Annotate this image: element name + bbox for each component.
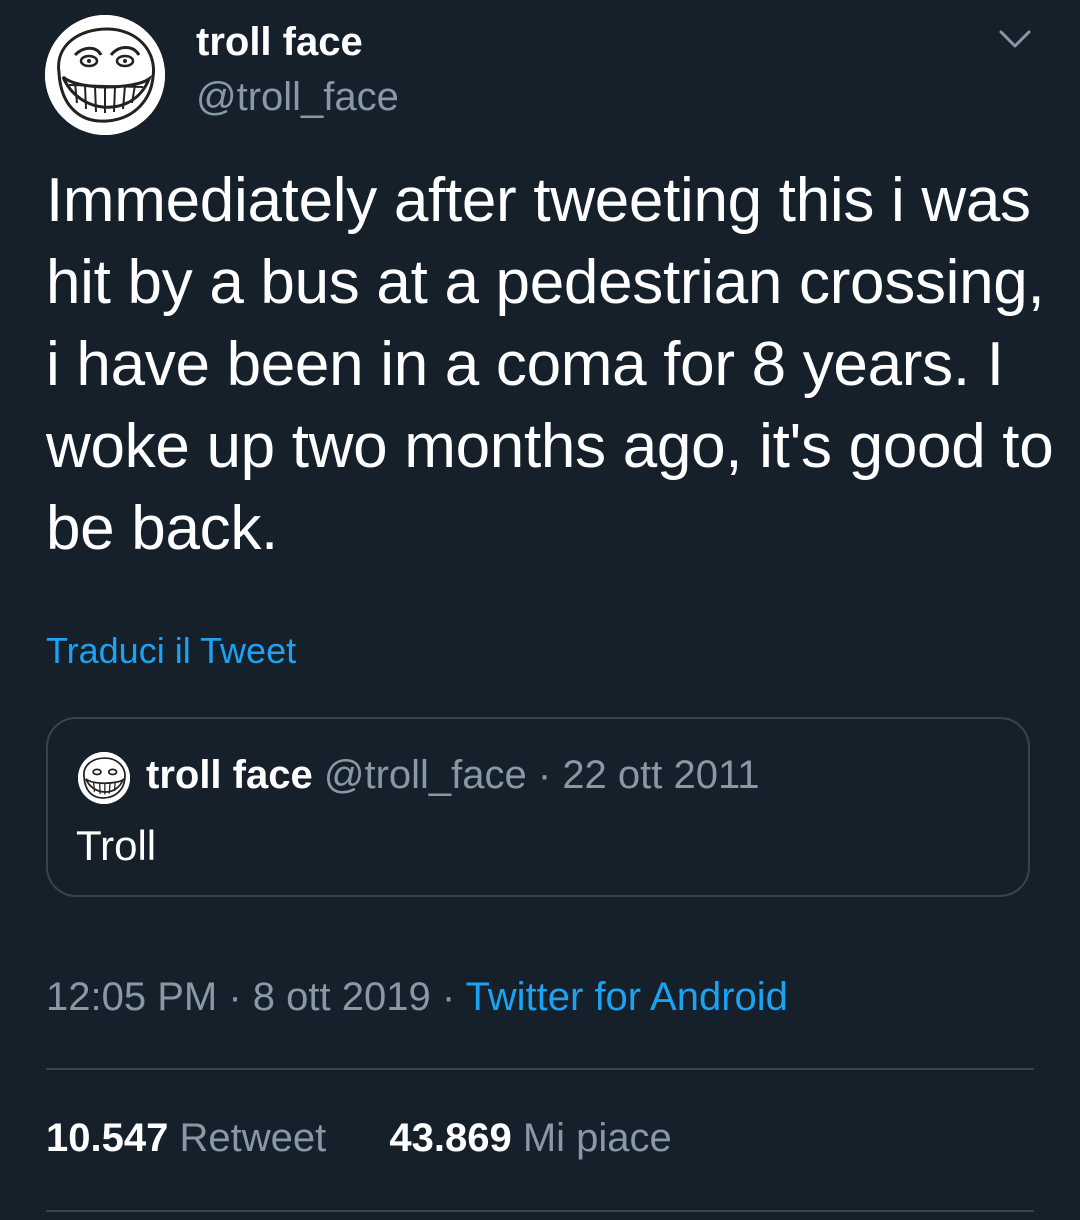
tweet-metadata: 12:05 PM · 8 ott 2019 · Twitter for Andr… (46, 975, 788, 1020)
retweets-label: Retweet (179, 1116, 327, 1160)
quoted-author-handle: @troll_face (323, 753, 527, 797)
divider (46, 1210, 1034, 1212)
author-name[interactable]: troll face (196, 20, 363, 65)
quoted-text: Troll (76, 822, 157, 869)
troll-face-icon (78, 752, 130, 804)
author-handle[interactable]: @troll_face (196, 75, 399, 120)
retweets-stat[interactable]: 10.547 Retweet (46, 1116, 326, 1161)
tweet-time: 12:05 PM (46, 975, 218, 1019)
divider (46, 1068, 1034, 1070)
chevron-down-icon[interactable] (998, 24, 1032, 52)
likes-count: 43.869 (389, 1116, 512, 1160)
author-avatar[interactable] (45, 15, 165, 135)
quoted-date: 22 ott 2011 (562, 753, 760, 797)
tweet-detail: troll face @troll_face Immediately after… (0, 0, 1080, 1220)
quoted-separator: · (526, 753, 563, 797)
quoted-author-name: troll face (146, 753, 313, 797)
tweet-source-link[interactable]: Twitter for Android (466, 975, 788, 1019)
meta-separator: · (430, 975, 466, 1019)
troll-face-icon (45, 15, 165, 135)
meta-separator: · (217, 975, 253, 1019)
likes-stat[interactable]: 43.869 Mi piace (389, 1116, 671, 1161)
quoted-tweet[interactable]: troll face @troll_face · 22 ott 2011 Tro… (46, 717, 1030, 897)
translate-tweet-link[interactable]: Traduci il Tweet (46, 630, 296, 672)
retweets-count: 10.547 (46, 1116, 169, 1160)
tweet-date: 8 ott 2019 (252, 975, 431, 1019)
quoted-author-avatar (78, 752, 130, 804)
tweet-stats: 10.547 Retweet 43.869 Mi piace (46, 1116, 672, 1161)
quoted-header: troll face @troll_face · 22 ott 2011 (146, 753, 760, 798)
likes-label: Mi piace (522, 1116, 672, 1160)
tweet-text: Immediately after tweeting this i was hi… (46, 166, 1054, 563)
